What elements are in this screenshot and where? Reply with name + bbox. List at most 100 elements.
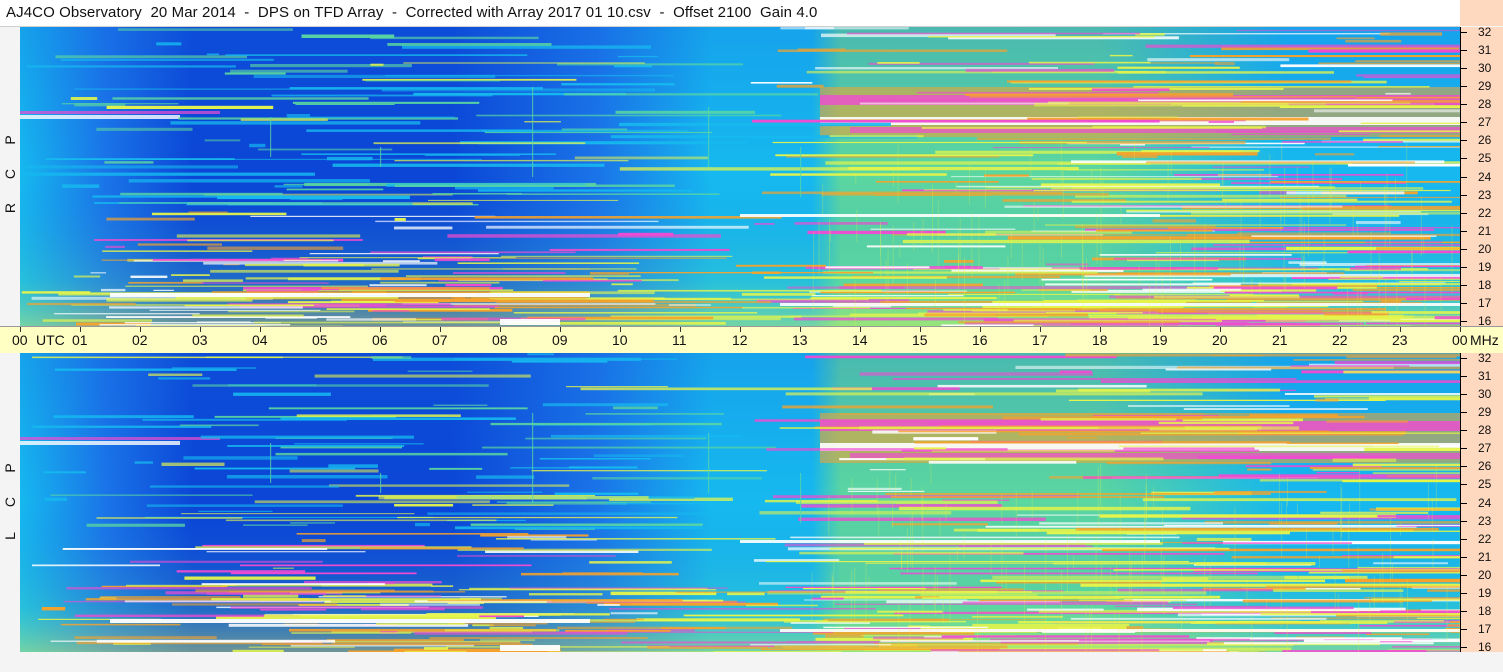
spectrogram-streak	[923, 189, 1032, 191]
spectrogram-streak	[1357, 285, 1359, 326]
spectrogram-streak	[813, 231, 815, 269]
spectrogram-streak	[476, 114, 782, 117]
spectrogram-streak	[1269, 154, 1271, 198]
rcp-spectrogram[interactable]	[20, 27, 1460, 326]
spectrogram-streak	[1401, 592, 1403, 611]
spectrogram-streak	[45, 158, 235, 160]
freq-label: 29	[1478, 405, 1492, 419]
spectrogram-streak	[912, 510, 914, 568]
spectrogram-streak	[895, 473, 897, 498]
spectrogram-streak	[1270, 181, 1460, 183]
spectrogram-streak	[126, 584, 322, 587]
spectrogram-streak	[1120, 205, 1122, 225]
spectrogram-streak	[54, 368, 237, 371]
spectrogram-streak	[1162, 506, 1164, 544]
spectrogram-streak	[268, 407, 528, 410]
spectrogram-streak	[1222, 198, 1358, 201]
spectrogram-streak	[380, 281, 500, 284]
spectrogram-streak	[613, 406, 658, 410]
spectrogram-streak	[1145, 44, 1460, 48]
spectrogram-streak	[1329, 167, 1331, 224]
spectrogram-streak	[206, 551, 366, 553]
freq-label: 17	[1478, 296, 1492, 310]
spectrogram-streak	[937, 199, 939, 267]
spectrogram-streak	[920, 594, 1038, 596]
spectrogram-streak	[1067, 437, 1098, 439]
spectrogram-streak	[822, 183, 824, 215]
spectrogram-streak	[270, 443, 272, 483]
freq-tick	[1461, 303, 1467, 304]
spectrogram-streak	[1278, 473, 1280, 527]
hour-label: 17	[1032, 332, 1048, 348]
spectrogram-streak	[532, 413, 534, 503]
freq-label: 20	[1478, 568, 1492, 582]
spectrogram-streak	[1325, 398, 1460, 400]
spectrogram-streak	[1336, 37, 1375, 40]
freq-tick	[1461, 122, 1467, 123]
spectrogram-streak	[972, 615, 1063, 618]
spectrogram-streak	[1039, 522, 1223, 525]
spectrogram-streak	[1365, 241, 1443, 243]
spectrogram-streak	[1424, 277, 1426, 326]
spectrogram-streak	[1110, 566, 1112, 596]
spectrogram-streak	[149, 309, 321, 311]
spectrogram-streak	[402, 45, 652, 49]
spectrogram-streak	[26, 65, 236, 68]
spectrogram-streak	[1309, 467, 1460, 469]
spectrogram-streak	[992, 147, 1210, 149]
spectrogram-streak	[369, 284, 427, 287]
spectrogram-streak	[1141, 554, 1143, 587]
spectrogram-streak	[130, 560, 323, 563]
spectrogram-streak	[727, 592, 765, 596]
spectrogram-streak	[424, 647, 448, 650]
spectrogram-streak	[1363, 597, 1460, 599]
lcp-spectrogram[interactable]	[20, 353, 1460, 652]
spectrogram-streak	[766, 448, 1008, 451]
spectrogram-streak	[1004, 280, 1006, 311]
spectrogram-streak	[585, 413, 725, 415]
spectrogram-streak	[1134, 301, 1364, 303]
spectrogram-streak	[1015, 491, 1017, 538]
spectrogram-streak	[226, 475, 388, 479]
spectrogram-streak	[206, 53, 219, 56]
spectrogram-streak	[906, 233, 996, 236]
spectrogram-streak	[848, 166, 1079, 171]
spectrogram-streak	[1451, 225, 1453, 294]
spectrogram-streak	[370, 36, 539, 40]
spectrogram-streak	[992, 575, 1298, 580]
spectrogram-streak	[1341, 555, 1460, 557]
spectrogram-streak	[1299, 576, 1350, 579]
spectrogram-streak	[74, 636, 217, 639]
freq-tick	[1461, 140, 1467, 141]
spectrogram-streak	[323, 595, 367, 597]
spectrogram-streak	[750, 643, 892, 646]
spectrogram-streak	[1405, 298, 1460, 300]
spectrogram-streak	[511, 360, 608, 363]
title-corner	[1460, 0, 1503, 26]
spectrogram-streak	[948, 293, 1121, 295]
spectrogram-streak	[617, 289, 882, 292]
spectrogram-streak	[1284, 393, 1460, 395]
spectrogram-streak	[1251, 235, 1437, 237]
spectrogram-streak	[1039, 244, 1041, 285]
spectrogram-streak	[105, 245, 125, 248]
panel-lcp-svg	[20, 353, 1460, 652]
spectrogram-streak	[550, 434, 743, 438]
spectrogram-streak	[617, 55, 658, 58]
spectrogram-streak	[222, 158, 482, 160]
spectrogram-streak	[1109, 54, 1133, 57]
spectrogram-streak	[455, 186, 554, 190]
spectrogram-streak	[775, 154, 1034, 157]
spectrogram-streak	[20, 437, 220, 440]
spectrogram-streak	[1170, 236, 1171, 292]
spectrogram-streak	[779, 427, 1099, 429]
spectrogram-streak	[1406, 142, 1408, 193]
spectrogram-streak	[1077, 490, 1079, 545]
freq-tick	[1461, 68, 1467, 69]
hour-label: 08	[492, 332, 508, 348]
spectrogram-streak	[291, 632, 412, 634]
spectrogram-streak	[445, 284, 492, 287]
spectrogram-streak	[341, 299, 494, 301]
spectrogram-streak	[914, 447, 947, 450]
spectrogram-streak	[1432, 539, 1434, 568]
